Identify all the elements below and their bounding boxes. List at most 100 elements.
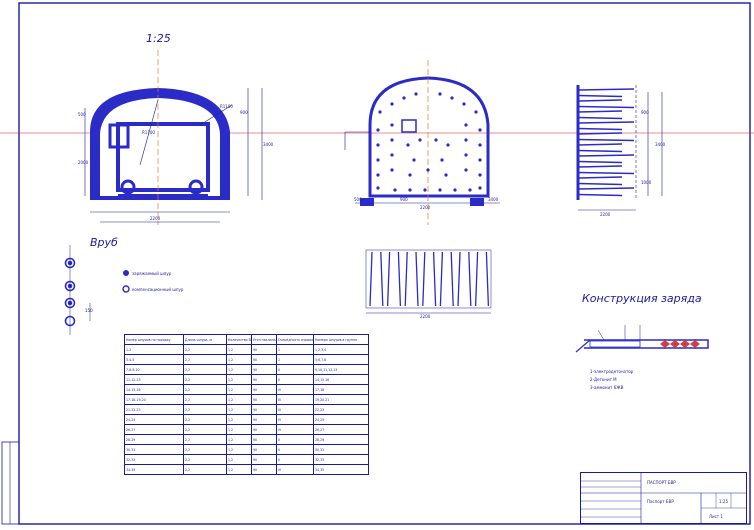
table-cell: 17,18 (313, 384, 369, 395)
table-cell: 30-31 (124, 444, 184, 455)
legend-compensation-label: компенсационный шпур (132, 287, 184, 292)
table-cell: 90 (251, 464, 277, 475)
table-cell: 1,2 (226, 414, 252, 425)
table-cell: 1-2 (124, 344, 184, 355)
table-cell: 2,2 (183, 464, 227, 475)
dim-lower-width: 2200 (420, 314, 431, 319)
table-cell: 1,2 (226, 454, 252, 465)
table-row: 21-22-23 2,2 1,2 90 IV 22,23 (124, 404, 369, 415)
table-cell: 30,31 (313, 444, 369, 455)
table-cell: 2,2 (183, 424, 227, 435)
table-cell: 3-4-5 (124, 354, 184, 365)
table-cell: Количество ВВ в шпуре, кг (226, 334, 252, 345)
table-cell: 5,6,7,8 (313, 354, 369, 365)
table-cell: 28,29 (313, 434, 369, 445)
blasting-table: Номер шпуров по порядку Длина шпура, м Кол… (124, 334, 369, 475)
table-cell: VI (276, 464, 314, 475)
table-cell: 1,2 (226, 394, 252, 405)
table-cell: 1,2 (226, 384, 252, 395)
table-cell: 9,10,11,12,13 (313, 364, 369, 375)
table-cell: 7-8-9-10 (124, 364, 184, 375)
table-cell: 1,2 (226, 424, 252, 435)
table-cell: 24,25 (313, 414, 369, 425)
table-cell: Угол наклона (251, 334, 277, 345)
stamp-scale: 1:25 (719, 499, 728, 504)
table-cell: 24-25 (124, 414, 184, 425)
dim-mid-width: 2200 (420, 205, 431, 210)
dim-left-mid: 500 (78, 112, 86, 117)
table-row: 24-25 2,2 1,2 90 IV 24,25 (124, 414, 369, 425)
table-cell: 2,2 (183, 444, 227, 455)
dim-mid-side-a: 500 (354, 197, 362, 202)
table-row: 30-31 2,2 1,2 90 V 30,31 (124, 444, 369, 455)
table-cell: Номер шпуров по порядку (124, 334, 184, 345)
stamp-subtitle: Паспорт БВР (647, 499, 674, 504)
legend-compensation-icon (122, 285, 130, 293)
table-cell: III (276, 384, 314, 395)
table-cell: 2,2 (183, 344, 227, 355)
dim-left-height: 3400 (263, 142, 274, 147)
dim-left-low: 2000 (78, 160, 89, 165)
charge-construction-title: Конструкция заряда (582, 292, 702, 305)
vrub-title: Вруб (90, 236, 118, 249)
table-cell: 1 (276, 344, 314, 355)
table-cell: 2,2 (183, 364, 227, 375)
table-cell: 2,2 (183, 384, 227, 395)
table-cell: 2,2 (183, 434, 227, 445)
longitudinal-section (576, 85, 663, 211)
table-header-row: Номер шпуров по порядку Длина шпура, м Кол… (124, 334, 369, 345)
table-cell: 2,2 (183, 454, 227, 465)
dim-right-width: 2200 (600, 212, 611, 217)
charge-construction (575, 325, 709, 353)
table-cell: 90 (251, 344, 277, 355)
table-cell: 11-12-13 (124, 374, 184, 385)
table-cell: 2,2 (183, 414, 227, 425)
table-cell: 90 (251, 384, 277, 395)
table-row: 17-18-19-20 2,2 1,2 90 III 19,20,21 (124, 394, 369, 405)
table-cell: 1 (276, 354, 314, 365)
table-cell: 19,20,21 (313, 394, 369, 405)
table-cell: 90 (251, 444, 277, 455)
table-cell: 14,15,16 (313, 374, 369, 385)
table-cell: 90 (251, 364, 277, 375)
table-row: 26-27 2,2 1,2 90 IV 26,27 (124, 424, 369, 435)
table-cell: 1,2 (226, 364, 252, 375)
vrub-symbols (64, 245, 91, 335)
table-cell: 34,35 (313, 464, 369, 475)
table-cell: 90 (251, 394, 277, 405)
table-cell: 90 (251, 354, 277, 365)
table-cell: V (276, 444, 314, 455)
table-cell: 34-35 (124, 464, 184, 475)
table-cell: 28-29 (124, 434, 184, 445)
stamp-title: ПАСПОРТ БВР (647, 480, 676, 485)
table-cell: 2,2 (183, 394, 227, 405)
table-cell: 1,2 (226, 464, 252, 475)
table-cell: 90 (251, 434, 277, 445)
table-cell: 90 (251, 404, 277, 415)
table-cell: 1,2 (226, 434, 252, 445)
dim-left-arc: R1100 (220, 104, 233, 109)
table-cell: 90 (251, 454, 277, 465)
table-cell: II (276, 374, 314, 385)
table-row: 32-33 2,2 1,2 90 V 32,33 (124, 454, 369, 465)
dim-left-width: 2200 (150, 216, 161, 221)
table-cell: Номера шпуров в группе (313, 334, 369, 345)
scale-label: 1:25 (146, 32, 171, 45)
table-row: 1-2 2,2 1,2 90 1 1,2,3,4 (124, 344, 369, 355)
charge-note-2: 2-Детонит М (590, 377, 617, 382)
table-cell: IV (276, 424, 314, 435)
legend-loaded-icon (123, 270, 129, 276)
table-cell: II (276, 364, 314, 375)
table-cell: V (276, 454, 314, 465)
table-cell: 1,2 (226, 344, 252, 355)
table-cell: V (276, 434, 314, 445)
table-cell: 90 (251, 374, 277, 385)
table-cell: 1,2 (226, 404, 252, 415)
table-cell: 90 (251, 414, 277, 425)
table-cell: 17-18-19-20 (124, 394, 184, 405)
dim-mid-side-b: 900 (400, 197, 408, 202)
table-cell: Длина шпура, м (183, 334, 227, 345)
table-cell: 22,23 (313, 404, 369, 415)
table-cell: 21-22-23 (124, 404, 184, 415)
table-cell: 2,2 (183, 404, 227, 415)
